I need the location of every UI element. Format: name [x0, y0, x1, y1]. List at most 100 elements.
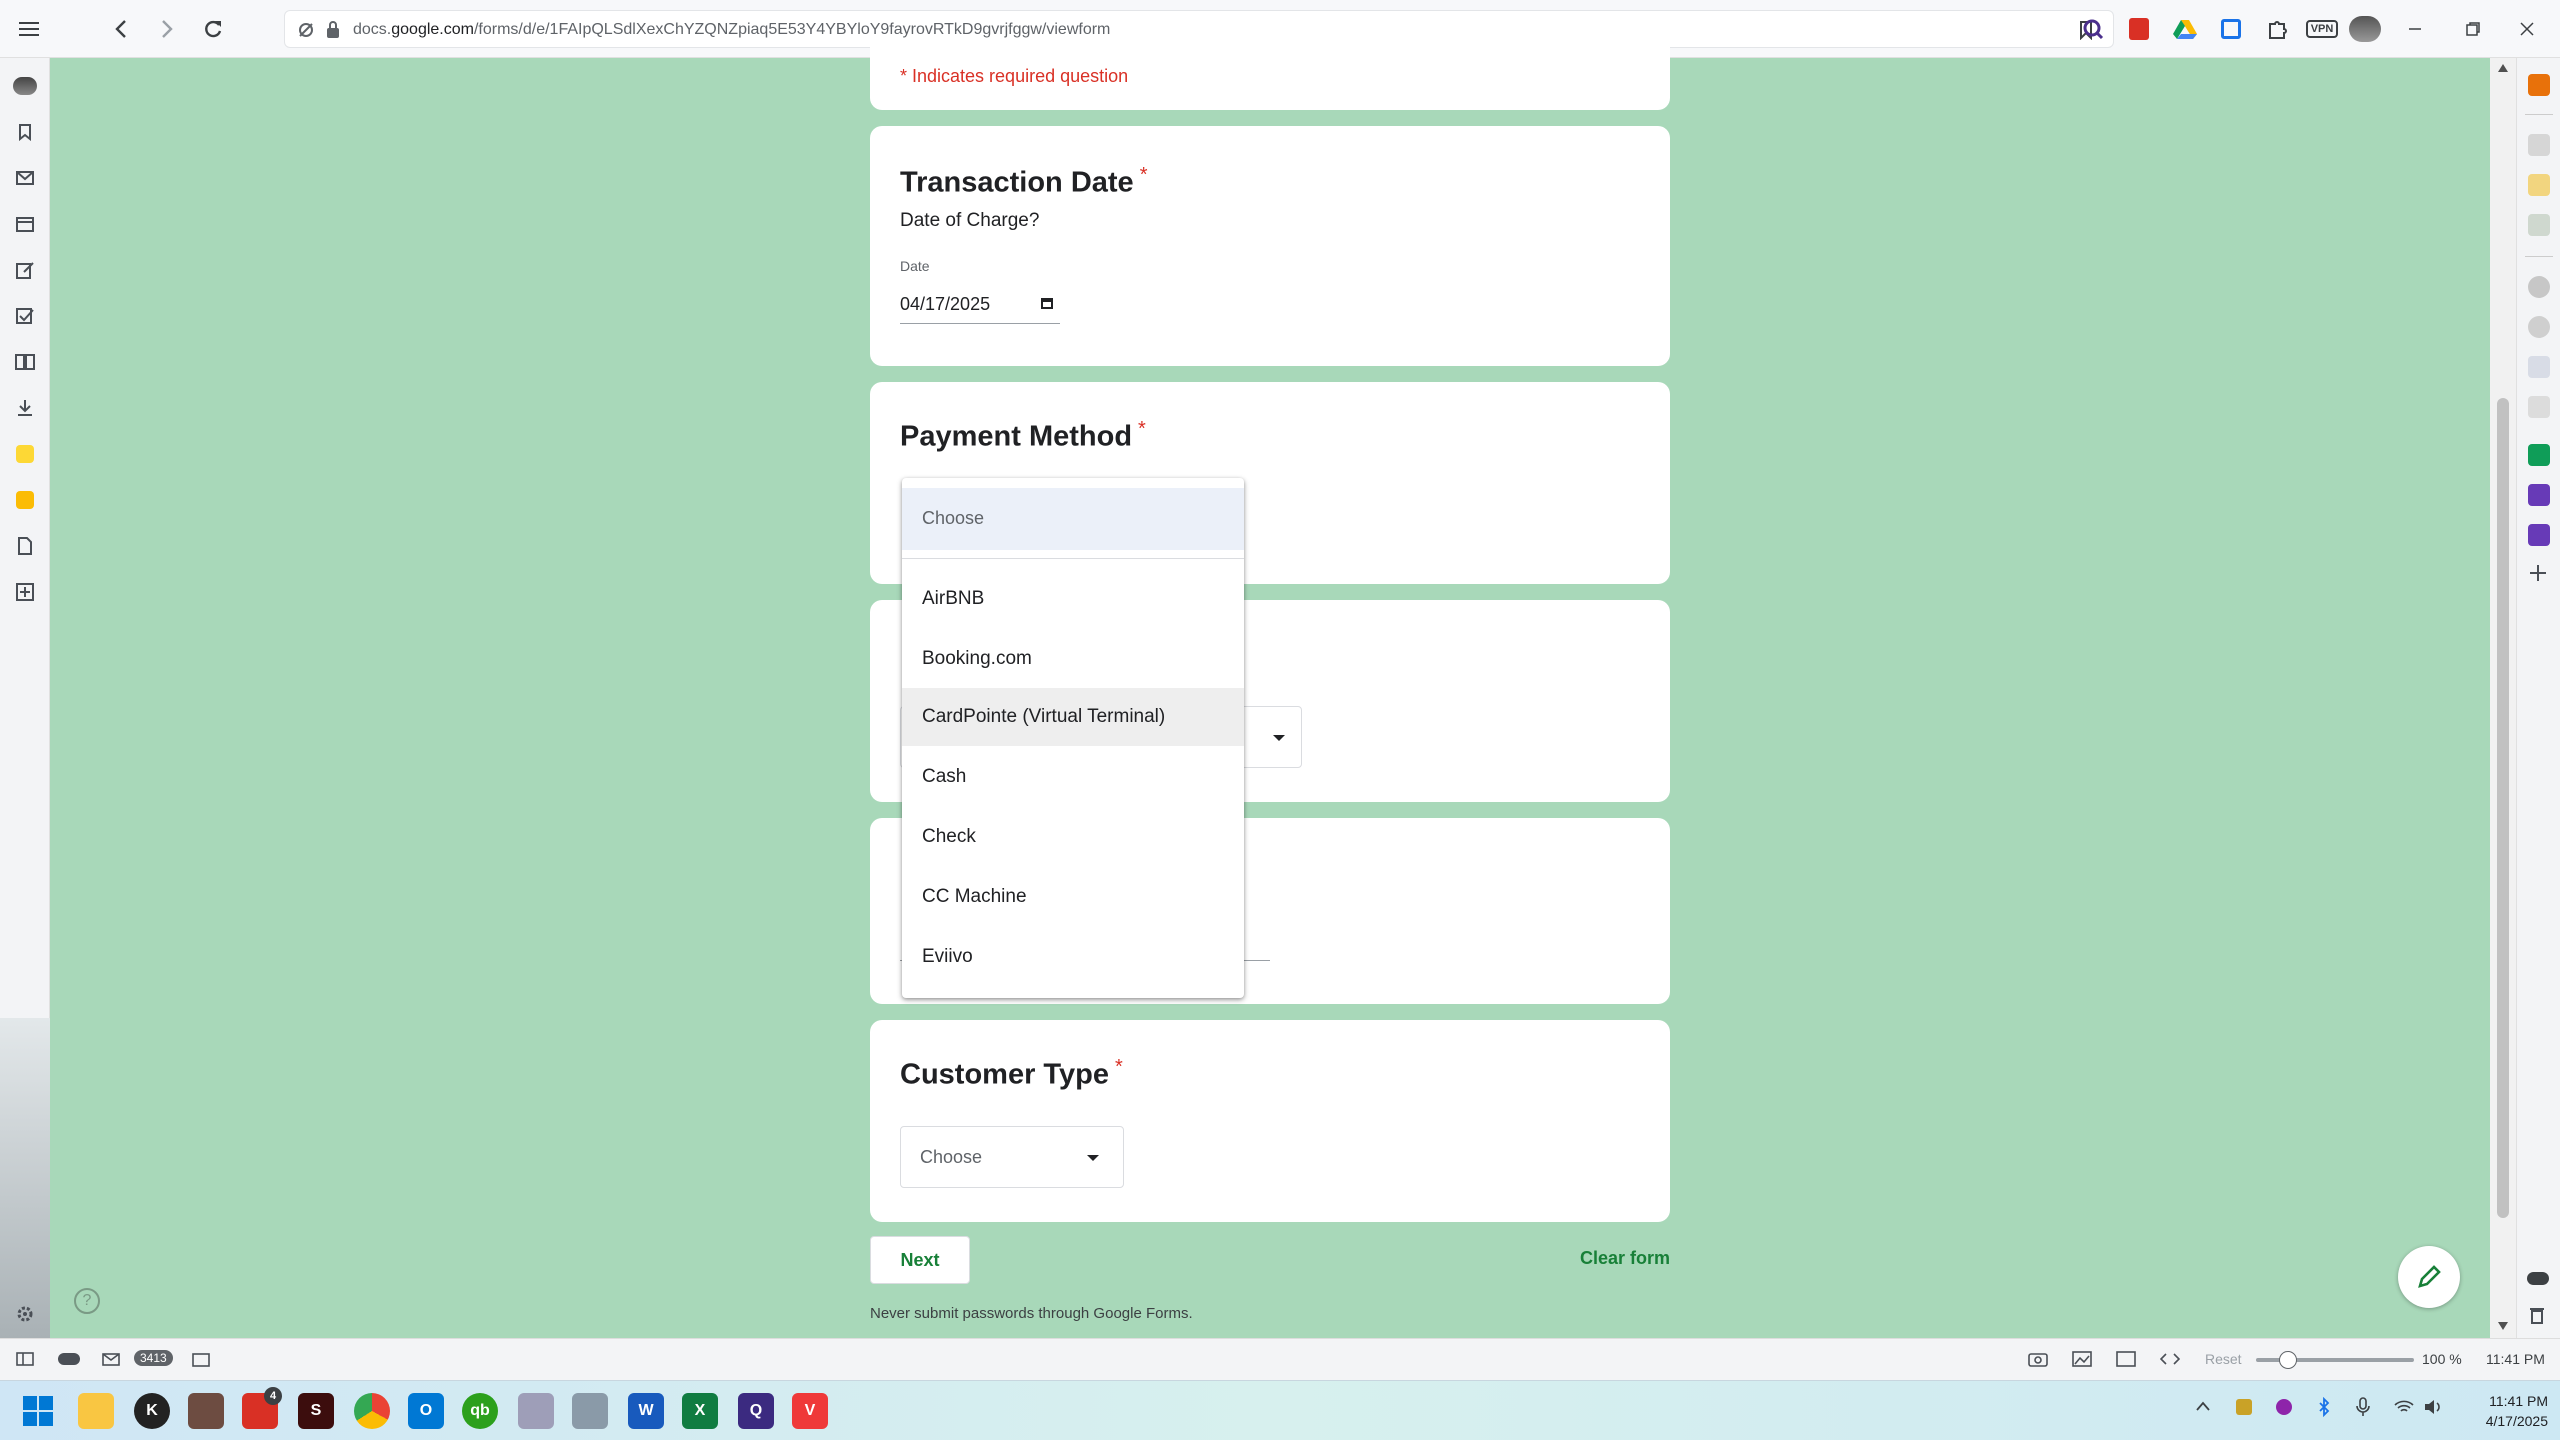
extension-blue-icon[interactable] [2214, 12, 2248, 46]
chrome-icon[interactable] [354, 1393, 390, 1429]
option-cardpointe[interactable]: CardPointe (Virtual Terminal) [902, 688, 1244, 746]
next-button[interactable]: Next [870, 1236, 970, 1284]
edit-pencil-button[interactable] [2398, 1246, 2460, 1308]
required-note: * Indicates required question [900, 66, 1129, 86]
panel-sparkle-icon[interactable] [2528, 356, 2550, 378]
page-scrollbar[interactable] [2490, 58, 2516, 1338]
dev-tools-icon[interactable] [2160, 1351, 2180, 1367]
bookmarks-icon[interactable] [13, 120, 37, 144]
clear-form-button[interactable]: Clear form [1560, 1248, 1670, 1269]
restore-icon[interactable] [2456, 12, 2490, 46]
help-icon[interactable]: ? [74, 1288, 100, 1314]
volume-icon[interactable] [2424, 1399, 2444, 1415]
trash-icon[interactable] [2529, 1306, 2545, 1324]
notes-icon[interactable] [13, 258, 37, 282]
images-toggle-icon[interactable] [2072, 1351, 2092, 1367]
add-web-panel-icon[interactable] [2529, 564, 2547, 582]
microphone-icon[interactable] [2356, 1397, 2370, 1417]
wifi-icon[interactable] [2394, 1399, 2414, 1415]
tray-creative-icon[interactable] [2276, 1399, 2292, 1415]
option-booking-com[interactable]: Booking.com [902, 630, 1244, 688]
extensions-puzzle-icon[interactable] [2260, 12, 2294, 46]
profile-avatar[interactable] [2348, 12, 2382, 46]
panel-globe-icon[interactable] [2528, 276, 2550, 298]
panel-info-icon[interactable] [2528, 396, 2550, 418]
panel-sheets-icon[interactable] [2528, 444, 2550, 466]
forward-icon[interactable] [150, 12, 184, 46]
system-clock[interactable]: 11:41 PM 4/17/2025 [2456, 1391, 2548, 1431]
browser-status-bar: 3413 Reset 100 % 11:41 PM [0, 1338, 2560, 1380]
page-tiling-icon[interactable] [2116, 1351, 2136, 1367]
vivaldi-logo-icon[interactable] [13, 74, 37, 98]
option-eviivo[interactable]: Eviivo [902, 928, 1244, 986]
panel-gmail-icon[interactable] [2528, 134, 2550, 156]
calendar-icon[interactable] [13, 212, 37, 236]
app-s-icon[interactable]: S [298, 1393, 334, 1429]
bluetooth-icon[interactable] [2318, 1397, 2330, 1417]
site-settings-icon[interactable] [297, 21, 315, 39]
keep-icon[interactable] [13, 488, 37, 512]
app-k-icon[interactable]: K [134, 1393, 170, 1429]
panel-forms-icon-2[interactable] [2528, 524, 2550, 546]
extension-red-icon[interactable] [2122, 12, 2156, 46]
search-extension-icon[interactable] [2076, 12, 2110, 46]
minimize-icon[interactable] [2398, 12, 2432, 46]
settings-icon[interactable] [13, 1302, 37, 1326]
quickbooks-icon[interactable]: qb [462, 1393, 498, 1429]
option-check[interactable]: Check [902, 808, 1244, 866]
document-icon[interactable] [13, 534, 37, 558]
panel-toggle-icon[interactable] [16, 1352, 34, 1366]
question-title: Customer Type * [900, 1056, 1123, 1091]
panel-forms-icon[interactable] [2528, 484, 2550, 506]
payment-method-dropdown[interactable]: Choose AirBNB Booking.com CardPointe (Vi… [902, 478, 1244, 998]
windows-start-icon[interactable] [20, 1393, 56, 1429]
date-input[interactable]: 04/17/2025 [900, 286, 1060, 324]
tasks-icon[interactable] [13, 304, 37, 328]
reload-icon[interactable] [196, 12, 230, 46]
status-calendar-icon[interactable] [192, 1352, 210, 1367]
option-cash[interactable]: Cash [902, 748, 1244, 806]
app-grid-icon[interactable] [188, 1393, 224, 1429]
cloud-sync-icon[interactable] [2527, 1272, 2549, 1285]
snipping-tool-icon[interactable] [518, 1393, 554, 1429]
back-icon[interactable] [104, 12, 138, 46]
search-app-icon[interactable]: Q [738, 1393, 774, 1429]
mail-icon[interactable] [13, 166, 37, 190]
tray-app-icon[interactable] [2236, 1399, 2252, 1415]
clock-time: 11:41 PM [2489, 1393, 2548, 1409]
option-airbnb[interactable]: AirBNB [902, 570, 1244, 628]
status-mail-icon[interactable] [102, 1353, 120, 1366]
calendar-picker-icon[interactable] [1040, 296, 1054, 310]
app-tasks-icon[interactable]: 4 [242, 1387, 282, 1429]
excel-icon[interactable]: X [682, 1393, 718, 1429]
sync-cloud-icon[interactable] [58, 1353, 80, 1365]
menu-icon[interactable] [12, 12, 46, 46]
panel-openai-icon[interactable] [2528, 316, 2550, 338]
vpn-button[interactable]: VPN [2302, 12, 2342, 46]
word-icon[interactable]: W [628, 1393, 664, 1429]
zoom-slider[interactable] [2256, 1351, 2414, 1369]
zoom-reset-button[interactable]: Reset [2205, 1351, 2242, 1367]
panel-drive-icon[interactable] [2528, 214, 2550, 236]
close-icon[interactable] [2510, 12, 2544, 46]
sidebar-background-image [0, 1018, 50, 1338]
dropdown-placeholder-option[interactable]: Choose [902, 488, 1244, 550]
google-drive-icon[interactable] [2168, 12, 2202, 46]
panel-app-icon[interactable] [13, 442, 37, 466]
customer-type-select[interactable]: Choose [900, 1126, 1124, 1188]
file-explorer-icon[interactable] [78, 1393, 114, 1429]
screenshot-icon[interactable] [2028, 1351, 2048, 1367]
scroll-thumb[interactable] [2497, 398, 2509, 1218]
downloads-icon[interactable] [13, 396, 37, 420]
printer-app-icon[interactable] [572, 1393, 608, 1429]
add-panel-icon[interactable] [13, 580, 37, 604]
vivaldi-icon[interactable]: V [792, 1393, 828, 1429]
outlook-icon[interactable]: O [408, 1393, 444, 1429]
option-cc-machine[interactable]: CC Machine [902, 868, 1244, 926]
reading-list-icon[interactable] [13, 350, 37, 374]
url-text[interactable]: docs.google.com/forms/d/e/1FAIpQLSdlXexC… [353, 21, 1110, 39]
show-hidden-icons[interactable] [2196, 1401, 2210, 1411]
panel-keep-icon[interactable] [2528, 174, 2550, 196]
zoom-slider-thumb[interactable] [2278, 1351, 2297, 1369]
panel-app-orange-icon[interactable] [2528, 74, 2550, 96]
